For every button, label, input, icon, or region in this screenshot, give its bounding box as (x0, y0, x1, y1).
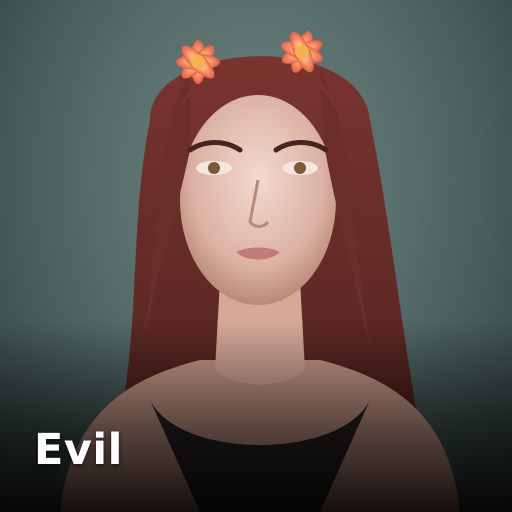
left-flower (176, 40, 220, 84)
caption-text: Evil (34, 425, 123, 475)
bottom-gradient-overlay (0, 322, 512, 512)
face (180, 95, 336, 305)
portrait-card: Evil (0, 0, 512, 512)
